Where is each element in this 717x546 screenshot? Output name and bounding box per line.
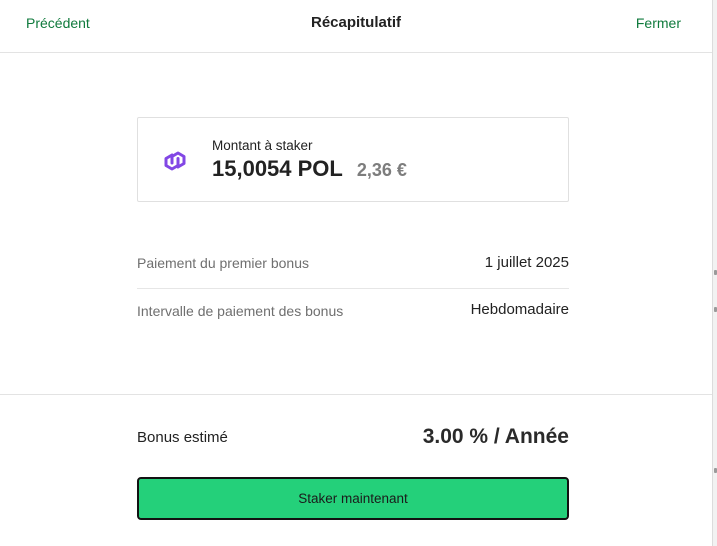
page-title: Récapitulatif xyxy=(310,14,401,31)
detail-value: Hebdomadaire xyxy=(470,301,569,318)
estimate-label: Bonus estimé xyxy=(137,429,228,446)
summary-screen: Précédent Récapitulatif Fermer Montant à… xyxy=(0,0,717,546)
amount-value: 15,0054 POL xyxy=(212,156,343,181)
amount-fiat-value: 2,36 € xyxy=(356,160,407,180)
divider xyxy=(0,394,712,395)
detail-label: Intervalle de paiement des bonus xyxy=(137,303,344,319)
amount-card: Montant à staker 15,0054 POL 2,36 € xyxy=(137,117,569,202)
polygon-icon xyxy=(164,151,186,171)
detail-row-payout-interval: Intervalle de paiement des bonus Hebdoma… xyxy=(137,289,569,336)
stake-now-button[interactable]: Staker maintenant xyxy=(137,477,569,520)
detail-row-first-bonus: Paiement du premier bonus 1 juillet 2025 xyxy=(137,242,569,289)
detail-label: Paiement du premier bonus xyxy=(137,255,309,271)
amount-row: 15,0054 POL 2,36 € xyxy=(212,156,407,182)
estimate-value: 3.00 % / Année xyxy=(422,425,569,448)
scrollbar[interactable] xyxy=(712,0,717,546)
detail-value: 1 juillet 2025 xyxy=(484,254,569,271)
close-button[interactable]: Fermer xyxy=(636,15,681,31)
header-bar: Précédent Récapitulatif Fermer xyxy=(0,0,712,53)
amount-label: Montant à staker xyxy=(212,138,313,153)
